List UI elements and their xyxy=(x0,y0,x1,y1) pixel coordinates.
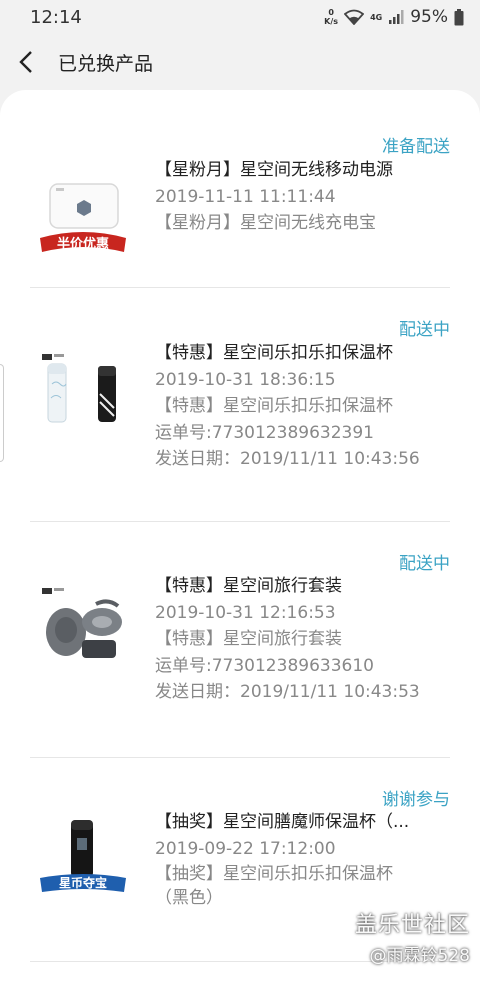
order-date: 2019-09-22 17:12:00 xyxy=(155,838,336,859)
product-info: 【特惠】星空间旅行套装 2019-10-31 12:16:53 【特惠】星空间旅… xyxy=(155,573,450,706)
tracking-number: 运单号:773012389632391 xyxy=(155,422,374,443)
product-name: 【星粉月】星空间无线移动电源 xyxy=(155,160,393,180)
list-item[interactable]: 配送中 【特惠】星空间乐扣乐扣保温杯 2019-10-31 18:36:15 【… xyxy=(30,288,450,522)
net-speed: 0 K/s xyxy=(324,8,338,26)
status-bar: 12:14 0 K/s 4G 95% xyxy=(0,0,480,34)
product-description: 【特惠】星空间乐扣乐扣保温杯 xyxy=(155,396,393,416)
watermark-line2: @雨霖铃528 xyxy=(369,946,470,966)
back-button[interactable] xyxy=(0,34,52,90)
product-info: 【抽奖】星空间膳魔师保温杯（... 2019-09-22 17:12:00 【抽… xyxy=(155,809,450,910)
product-image-thermos-cup: 星币夺宝 xyxy=(36,816,130,910)
edge-panel-handle[interactable] xyxy=(0,364,4,462)
signal-icon xyxy=(389,10,404,24)
product-image-power-bank: 半价优惠 xyxy=(36,174,130,268)
list-item[interactable]: 准备配送 半价优惠 【星粉月】星空间无线移动电源 2019-11-11 11:1… xyxy=(30,116,450,288)
ship-date: 发送日期：2019/11/11 10:43:53 xyxy=(155,682,420,702)
chevron-left-icon xyxy=(19,51,32,73)
delivery-status: 配送中 xyxy=(399,554,450,574)
wifi-icon xyxy=(344,9,365,25)
product-list-panel[interactable]: 准备配送 半价优惠 【星粉月】星空间无线移动电源 2019-11-11 11:1… xyxy=(0,90,480,986)
product-name: 【特惠】星空间乐扣乐扣保温杯 xyxy=(155,343,393,363)
status-indicators: 0 K/s 4G 95% xyxy=(324,7,464,27)
order-date: 2019-10-31 12:16:53 xyxy=(155,602,336,623)
product-name: 【特惠】星空间旅行套装 xyxy=(155,576,342,596)
network-type: 4G xyxy=(370,13,383,22)
product-description: 【抽奖】星空间乐扣乐扣保温杯（黑色） xyxy=(155,864,393,908)
product-description: 【星粉月】星空间无线充电宝 xyxy=(155,213,376,233)
product-image-travel-set xyxy=(36,582,130,676)
delivery-status: 配送中 xyxy=(399,320,450,340)
app-header: 已兑换产品 xyxy=(0,34,480,90)
delivery-status: 谢谢参与 xyxy=(382,790,450,810)
product-description: 【特惠】星空间旅行套装 xyxy=(155,629,342,649)
ship-date: 发送日期：2019/11/11 10:43:56 xyxy=(155,449,420,469)
status-time: 12:14 xyxy=(30,6,82,28)
watermark-line1: 盖乐世社区 xyxy=(354,913,470,938)
net-speed-unit: K/s xyxy=(324,17,339,26)
page-title: 已兑换产品 xyxy=(58,52,154,75)
watermark: 盖乐世社区 @雨霖铃528 xyxy=(355,907,470,966)
badge-text: 半价优惠 xyxy=(57,236,109,252)
product-info: 【特惠】星空间乐扣乐扣保温杯 2019-10-31 18:36:15 【特惠】星… xyxy=(155,340,450,473)
product-image-thermos-cups xyxy=(36,348,130,442)
list-item[interactable]: 配送中 【特惠】星空间旅行套装 2019-10-31 12:16:53 【特惠】… xyxy=(30,522,450,758)
order-date: 2019-11-11 11:11:44 xyxy=(155,186,336,207)
battery-percent: 95% xyxy=(410,7,448,27)
net-speed-value: 0 xyxy=(328,8,334,17)
product-name: 【抽奖】星空间膳魔师保温杯（... xyxy=(155,812,410,832)
delivery-status: 准备配送 xyxy=(382,137,450,157)
battery-icon xyxy=(454,8,464,25)
product-info: 【星粉月】星空间无线移动电源 2019-11-11 11:11:44 【星粉月】… xyxy=(155,157,450,237)
tracking-number: 运单号:773012389633610 xyxy=(155,655,374,676)
order-date: 2019-10-31 18:36:15 xyxy=(155,369,336,390)
badge-text: 星币夺宝 xyxy=(59,875,107,890)
